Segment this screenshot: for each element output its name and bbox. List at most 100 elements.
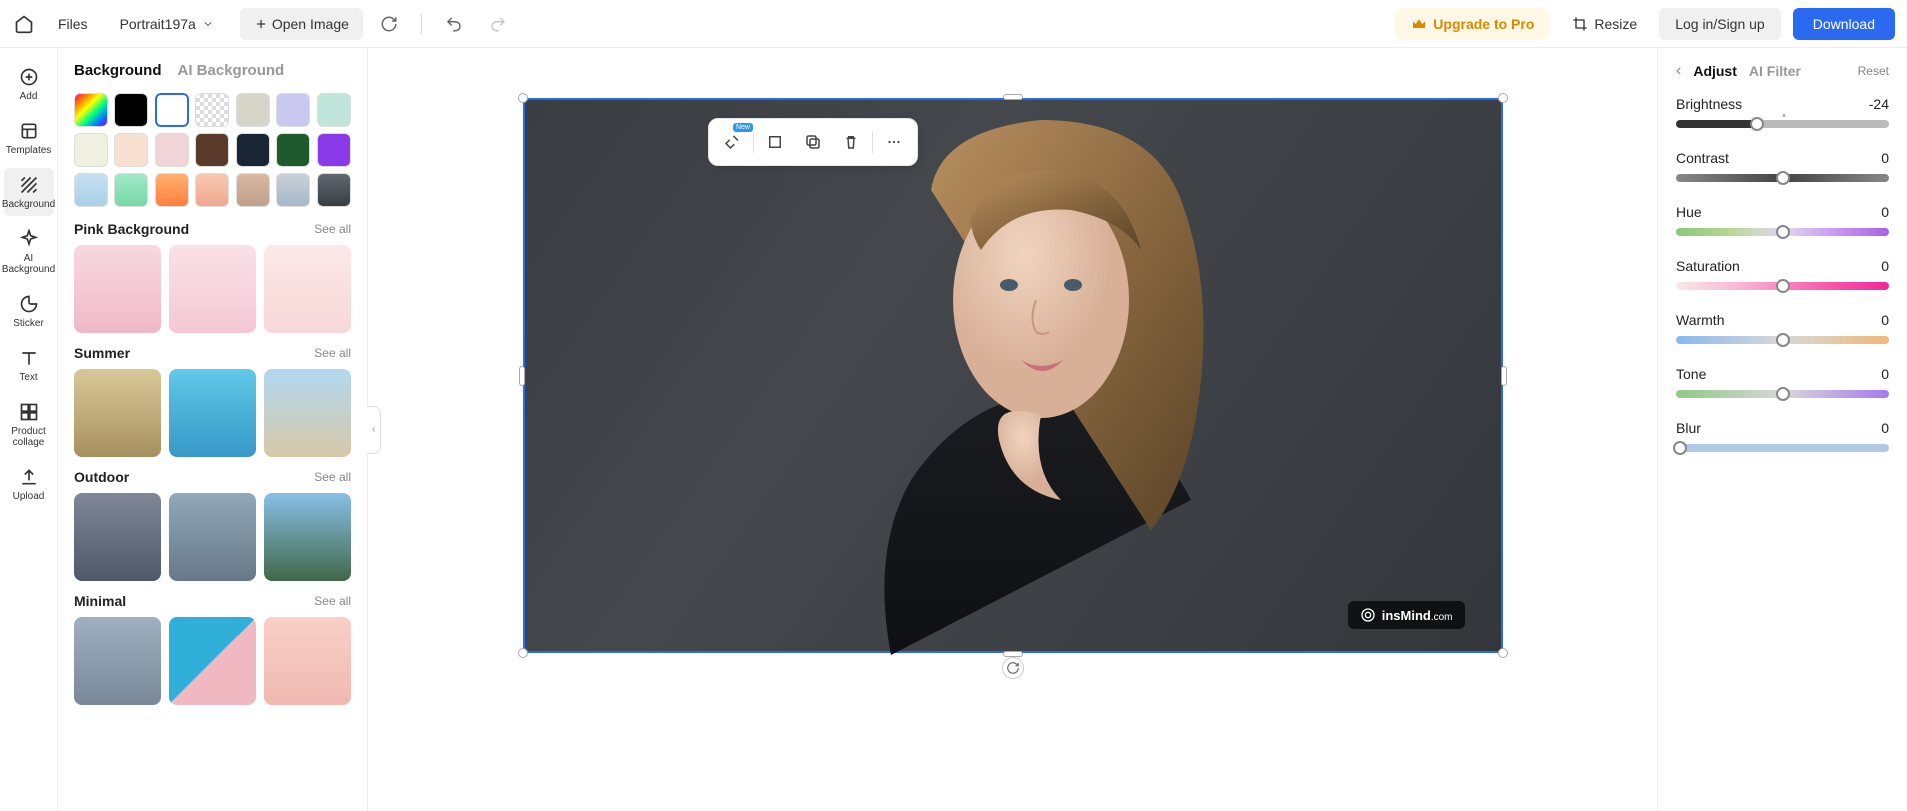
- see-all-outdoor[interactable]: See all: [314, 470, 351, 484]
- slider-contrast[interactable]: [1676, 174, 1889, 182]
- color-swatch[interactable]: [236, 133, 270, 167]
- bg-thumbnail[interactable]: [169, 369, 256, 457]
- canvas-image[interactable]: insMind.com: [523, 98, 1503, 653]
- upgrade-button[interactable]: Upgrade to Pro: [1395, 8, 1550, 40]
- bg-thumbnail[interactable]: [264, 493, 351, 581]
- bg-thumbnail[interactable]: [169, 617, 256, 705]
- nav-upload[interactable]: Upload: [4, 460, 54, 508]
- color-swatch[interactable]: [195, 173, 229, 207]
- crop-button[interactable]: [758, 125, 792, 159]
- color-swatch[interactable]: [317, 133, 351, 167]
- slider-hue[interactable]: [1676, 228, 1889, 236]
- download-button[interactable]: Download: [1793, 8, 1895, 40]
- bg-thumbnail[interactable]: [74, 245, 161, 333]
- bg-thumbnail[interactable]: [264, 369, 351, 457]
- color-swatch[interactable]: [155, 133, 189, 167]
- color-swatch[interactable]: [74, 93, 108, 127]
- value-brightness: -24: [1869, 96, 1889, 112]
- resize-handle-left[interactable]: [519, 366, 525, 386]
- nav-sticker[interactable]: Sticker: [4, 287, 54, 335]
- nav-add[interactable]: Add: [4, 60, 54, 108]
- sync-icon[interactable]: [379, 14, 399, 34]
- tab-adjust[interactable]: Adjust: [1693, 63, 1737, 79]
- color-swatch[interactable]: [236, 173, 270, 207]
- bg-tabs: Background AI Background: [74, 62, 351, 79]
- collapse-panel-handle[interactable]: ‹: [367, 406, 381, 454]
- bg-thumbnail[interactable]: [169, 245, 256, 333]
- delete-button[interactable]: [834, 125, 868, 159]
- resize-handle-tl[interactable]: [518, 93, 528, 103]
- filename-text: Portrait197a: [120, 16, 196, 32]
- bg-thumbnail[interactable]: [169, 493, 256, 581]
- main: Add Templates Background AI Background S…: [0, 48, 1907, 811]
- resize-handle-tr[interactable]: [1498, 93, 1508, 103]
- resize-button[interactable]: Resize: [1562, 8, 1647, 40]
- watermark-suffix: .com: [1431, 612, 1453, 623]
- tab-background[interactable]: Background: [74, 62, 162, 79]
- ai-enhance-button[interactable]: New: [715, 125, 749, 159]
- control-blur: Blur0: [1676, 420, 1889, 452]
- bg-thumbnail[interactable]: [74, 369, 161, 457]
- nav-ai-background[interactable]: AI Background: [4, 222, 54, 281]
- control-brightness: Brightness -24: [1676, 96, 1889, 128]
- see-all-minimal[interactable]: See all: [314, 594, 351, 608]
- duplicate-button[interactable]: [796, 125, 830, 159]
- bg-thumbnail[interactable]: [264, 617, 351, 705]
- slider-saturation[interactable]: [1676, 282, 1889, 290]
- color-swatch[interactable]: [276, 173, 310, 207]
- divider: [872, 131, 873, 153]
- bg-thumbnail[interactable]: [74, 493, 161, 581]
- resize-handle-br[interactable]: [1498, 648, 1508, 658]
- see-all-pink[interactable]: See all: [314, 222, 351, 236]
- canvas-area: ‹ New: [368, 48, 1657, 811]
- color-swatch[interactable]: [114, 173, 148, 207]
- color-swatch[interactable]: [236, 93, 270, 127]
- files-button[interactable]: Files: [44, 10, 102, 38]
- resize-handle-bl[interactable]: [518, 648, 528, 658]
- nav-background[interactable]: Background: [4, 168, 54, 216]
- filename-dropdown[interactable]: Portrait197a: [110, 10, 224, 38]
- open-image-button[interactable]: Open Image: [240, 8, 363, 40]
- tab-ai-background[interactable]: AI Background: [178, 62, 285, 79]
- nav-ai-bg-label: AI Background: [2, 253, 55, 275]
- color-swatch[interactable]: [114, 133, 148, 167]
- home-icon[interactable]: [12, 12, 36, 36]
- color-swatch[interactable]: [317, 173, 351, 207]
- bg-thumbnail[interactable]: [264, 245, 351, 333]
- divider: [753, 131, 754, 153]
- back-icon[interactable]: ‹: [1676, 62, 1681, 80]
- nav-product-collage[interactable]: Product collage: [4, 395, 54, 454]
- tab-ai-filter[interactable]: AI Filter: [1749, 63, 1801, 79]
- reset-button[interactable]: Reset: [1858, 64, 1889, 78]
- login-button[interactable]: Log in/Sign up: [1659, 8, 1781, 40]
- value-saturation: 0: [1881, 258, 1889, 274]
- see-all-summer[interactable]: See all: [314, 346, 351, 360]
- color-swatch[interactable]: [155, 93, 189, 127]
- rotate-handle[interactable]: [1002, 657, 1024, 679]
- undo-icon[interactable]: [444, 14, 464, 34]
- color-swatch[interactable]: [155, 173, 189, 207]
- color-swatch[interactable]: [276, 93, 310, 127]
- resize-handle-top[interactable]: [1003, 94, 1023, 100]
- slider-tone[interactable]: [1676, 390, 1889, 398]
- resize-handle-right[interactable]: [1501, 366, 1507, 386]
- color-swatch[interactable]: [317, 93, 351, 127]
- canvas-selection[interactable]: insMind.com: [523, 98, 1503, 653]
- nav-templates[interactable]: Templates: [4, 114, 54, 162]
- color-swatch[interactable]: [74, 173, 108, 207]
- color-swatch[interactable]: [195, 133, 229, 167]
- slider-warmth[interactable]: [1676, 336, 1889, 344]
- nav-text[interactable]: Text: [4, 341, 54, 389]
- slider-blur[interactable]: [1676, 444, 1889, 452]
- topbar-right: Upgrade to Pro Resize Log in/Sign up Dow…: [1395, 8, 1895, 40]
- more-button[interactable]: [877, 125, 911, 159]
- color-swatch[interactable]: [114, 93, 148, 127]
- redo-icon[interactable]: [488, 14, 508, 34]
- label-brightness: Brightness: [1676, 96, 1742, 112]
- color-swatch[interactable]: [195, 93, 229, 127]
- floating-toolbar: New: [708, 118, 918, 166]
- color-swatch[interactable]: [276, 133, 310, 167]
- slider-brightness[interactable]: [1676, 120, 1889, 128]
- color-swatch[interactable]: [74, 133, 108, 167]
- bg-thumbnail[interactable]: [74, 617, 161, 705]
